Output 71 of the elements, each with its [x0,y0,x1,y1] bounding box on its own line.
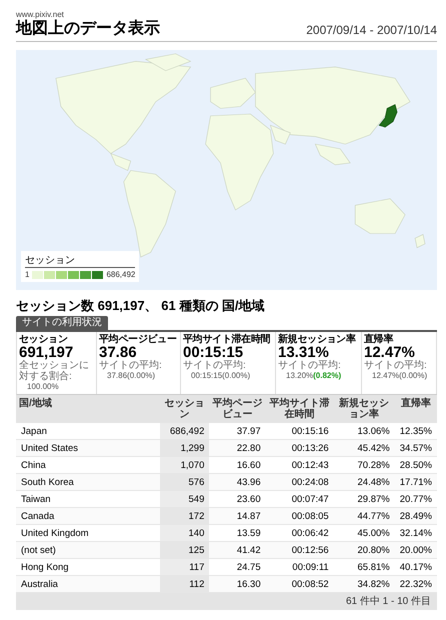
metric-caption: サイトの平均: [364,360,427,371]
table-cell: 00:13:26 [266,440,334,456]
table-cell: 112 [160,576,210,592]
table-cell: United States [16,440,160,456]
legend-min: 1 [25,270,30,279]
metric-label: 新規セッション率 [278,334,356,345]
table-cell: 22.80 [209,440,266,456]
table-cell: South Korea [16,474,160,490]
table-cell: 41.42 [209,542,266,558]
metric-value: 00:15:15 [183,345,244,360]
table-cell: 44.77% [334,508,395,524]
table-cell: 00:24:08 [266,474,334,490]
table-cell: 686,492 [160,423,210,440]
table-cell: 125 [160,542,210,558]
table-cell: 24.48% [334,474,395,490]
column-header[interactable]: 直帰率 [394,395,437,423]
table-cell: 45.42% [334,440,395,456]
date-range: 2007/09/14 - 2007/10/14 [306,23,437,38]
legend-max: 686,492 [106,270,136,279]
table-cell: 1,299 [160,440,210,456]
metric-caption: 全セッションに対する割合: [19,360,90,382]
metric-value: 691,197 [19,345,74,360]
table-cell: 00:12:56 [266,542,334,558]
site-url: www.pixiv.net [16,10,65,19]
table-cell: 28.49% [394,508,437,524]
metric-average: 13.20%(0.82%) [285,371,342,381]
table-cell: 14.87 [209,508,266,524]
column-header[interactable]: セッション [160,395,210,423]
metric-caption: サイトの平均: [99,360,162,371]
column-header[interactable]: 新規セッション率 [334,395,395,423]
metric-average: 00:15:15(0.00%) [190,371,250,381]
table-cell: 00:08:52 [266,576,334,592]
column-header[interactable]: 平均サイト滞在時間 [266,395,334,423]
legend-title: セッション [25,254,136,268]
tab[interactable]: サイトの利用状況 [16,316,108,330]
table-cell: 00:08:05 [266,508,334,524]
table-cell: 34.82% [334,576,395,592]
table-cell: 22.32% [394,576,437,592]
metric-label: 平均ページビュー [99,334,177,345]
column-header[interactable]: 国/地域 [16,395,160,423]
summary-title: セッション数 691,197、 61 種類の 国/地域 [16,298,266,314]
table-cell: 43.96 [209,474,266,490]
metric-label: 直帰率 [364,334,394,345]
metric-label: セッション [19,334,68,345]
metric-average: 37.86(0.00%) [106,371,156,381]
page-title: 地図上のデータ表示 [16,19,160,38]
table-cell: 16.30 [209,576,266,592]
table-cell: 17.71% [394,474,437,490]
table-cell: (not set) [16,542,160,558]
pagination-text: 61 件中 1 - 10 件目 [346,595,431,608]
table-cell: 1,070 [160,456,210,474]
color-scale [32,270,104,278]
column-header[interactable]: 平均ページビュー [209,395,266,423]
metric-average: 100.00% [26,382,59,392]
table-cell: 20.80% [334,542,395,558]
table-cell: Australia [16,576,160,592]
metric-caption: サイトの平均: [278,360,341,371]
metric-average: 12.47%(0.00%) [371,371,428,381]
table-cell: Canada [16,508,160,524]
metric-value: 13.31% [278,345,329,360]
metric-label: 平均サイト滞在時間 [183,334,270,345]
metric-value: 12.47% [364,345,415,360]
table-cell: 140 [160,524,210,542]
table-cell: 576 [160,474,210,490]
table-cell: 549 [160,490,210,508]
table-cell: 34.57% [394,440,437,456]
metric-value: 37.86 [99,345,137,360]
table-cell: 117 [160,558,210,576]
metric-caption: サイトの平均: [183,360,246,371]
table-cell: 172 [160,508,210,524]
table-cell: 20.00% [394,542,437,558]
